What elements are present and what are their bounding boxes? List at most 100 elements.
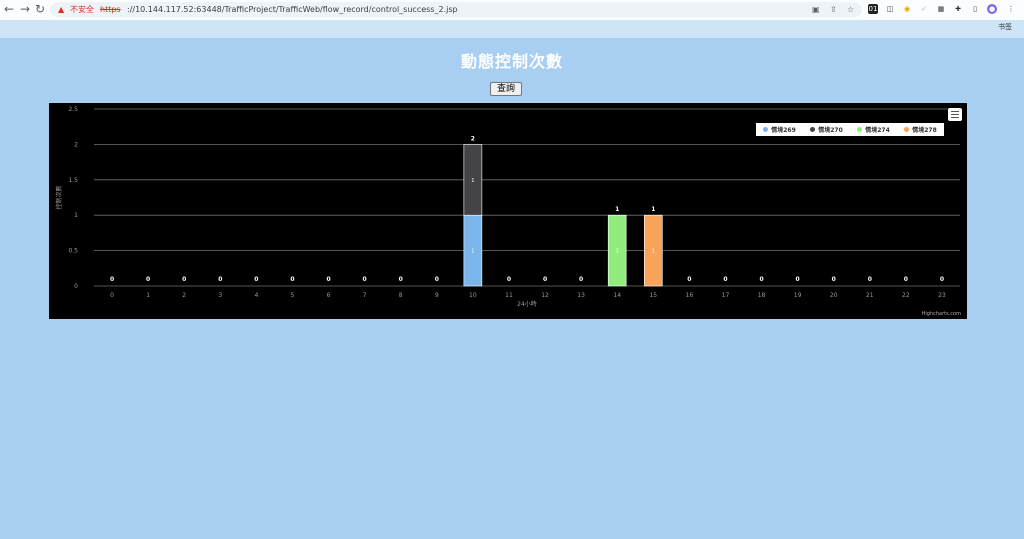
stack-total-label: 0 — [543, 276, 547, 283]
legend-dot-icon — [857, 127, 863, 132]
legend-label: 情境269 — [771, 127, 796, 134]
x-tick-label: 11 — [505, 292, 513, 299]
chart: 0 0.5 1 1.5 2 2.5 控制次數 0 1 2 3 4 5 6 7 8 9 10 11 12 13 14 15 16… — [49, 103, 967, 319]
stack-total-label: 1 — [651, 206, 655, 213]
stack-total-label: 0 — [832, 276, 836, 283]
y-tick-label: 0 — [74, 283, 78, 290]
toolbar: ← → ↻ ▲ 不安全 https ://10.144.117.52:63448… — [0, 0, 1024, 20]
y-tick-label: 1.5 — [68, 177, 78, 184]
stack-total-label: 0 — [687, 276, 691, 283]
bookmark-label[interactable]: 书签 — [998, 22, 1012, 32]
bar-segment-label: 1 — [616, 249, 619, 255]
menu-dots-icon[interactable]: ⋮ — [1006, 4, 1016, 14]
chart-legend: 情境269 情境270 情境274 情境278 — [756, 123, 944, 136]
y-tick-label: 1 — [74, 212, 78, 219]
x-tick-label: 19 — [794, 292, 802, 299]
legend-label: 情境278 — [912, 127, 937, 134]
x-tick-label: 0 — [110, 292, 114, 299]
stack-total-label: 1 — [615, 206, 619, 213]
stack-total-label: 0 — [182, 276, 186, 283]
y-tick-label: 2.5 — [68, 106, 78, 113]
bookmarks-bar: 书签 — [0, 20, 1024, 38]
x-tick-label: 16 — [686, 292, 694, 299]
legend-label: 情境270 — [818, 127, 843, 134]
puzzle-icon[interactable]: ✚ — [953, 4, 963, 14]
stack-total-label: 0 — [723, 276, 727, 283]
stack-total-label: 0 — [759, 276, 763, 283]
x-tick-label: 2 — [182, 292, 186, 299]
extension-grid-icon[interactable]: ▦ — [936, 4, 946, 14]
bar-segment-label: 1 — [471, 249, 474, 255]
x-tick-label: 7 — [363, 292, 367, 299]
query-button[interactable]: 查詢 — [490, 82, 522, 96]
x-tick-label: 20 — [830, 292, 838, 299]
back-arrow-icon[interactable]: ← — [2, 2, 16, 16]
legend-item[interactable]: 情境270 — [810, 125, 843, 134]
x-tick-label: 18 — [758, 292, 766, 299]
legend-dot-icon — [810, 127, 816, 132]
y-tick-label: 2 — [74, 141, 78, 148]
x-tick-label: 1 — [146, 292, 150, 299]
avatar-icon[interactable]: ● — [987, 4, 997, 14]
page-title: 動態控制次數 — [460, 52, 563, 71]
stack-total-label: 0 — [868, 276, 872, 283]
forward-arrow-icon[interactable]: → — [18, 2, 32, 16]
bar-segment-label: 1 — [471, 178, 474, 184]
stack-total-label: 0 — [904, 276, 908, 283]
x-tick-label: 8 — [399, 292, 403, 299]
chart-menu-button[interactable] — [948, 108, 962, 121]
legend-item[interactable]: 情境269 — [763, 125, 796, 134]
star-icon[interactable]: ☆ — [847, 2, 854, 17]
stack-total-label: 0 — [110, 276, 114, 283]
stack-total-label: 0 — [399, 276, 403, 283]
stack-total-label: 0 — [146, 276, 150, 283]
x-tick-label: 4 — [254, 292, 258, 299]
y-axis-title: 控制次數 — [55, 185, 63, 209]
insecure-label: 不安全 — [70, 5, 94, 14]
legend-item[interactable]: 情境274 — [857, 125, 890, 134]
translate-icon[interactable]: ▣ — [812, 2, 820, 17]
address-bar[interactable]: ▲ 不安全 https ://10.144.117.52:63448/Traff… — [50, 2, 862, 17]
extension-01-icon[interactable]: 01 — [868, 4, 878, 14]
x-tick-label: 13 — [577, 292, 585, 299]
y-tick-label: 0.5 — [68, 248, 78, 255]
stack-total-label: 0 — [363, 276, 367, 283]
share-icon[interactable]: ⇪ — [830, 2, 837, 17]
x-tick-label: 15 — [649, 292, 657, 299]
reload-icon[interactable]: ↻ — [33, 2, 47, 16]
legend-dot-icon — [763, 127, 769, 132]
x-axis-title: 24小時 — [517, 300, 537, 308]
legend-dot-icon — [904, 127, 910, 132]
stack-total-label: 0 — [579, 276, 583, 283]
x-tick-label: 12 — [541, 292, 549, 299]
x-tick-label: 23 — [938, 292, 946, 299]
stack-total-label: 2 — [471, 135, 475, 142]
stack-total-label: 0 — [940, 276, 944, 283]
x-tick-label: 9 — [435, 292, 439, 299]
stack-total-label: 0 — [254, 276, 258, 283]
x-tick-label: 21 — [866, 292, 874, 299]
stack-total-label: 0 — [326, 276, 330, 283]
extension-chat-icon[interactable]: ◫ — [885, 4, 895, 14]
stack-total-label: 0 — [796, 276, 800, 283]
x-tick-label: 10 — [469, 292, 477, 299]
stack-total-label: 0 — [435, 276, 439, 283]
browser-chrome: ← → ↻ ▲ 不安全 https ://10.144.117.52:63448… — [0, 0, 1024, 38]
x-tick-label: 6 — [327, 292, 331, 299]
x-tick-label: 17 — [722, 292, 730, 299]
legend-item[interactable]: 情境278 — [904, 125, 937, 134]
url-text: ://10.144.117.52:63448/TrafficProject/Tr… — [127, 5, 458, 14]
legend-label: 情境274 — [865, 127, 890, 134]
bar-segment-label: 1 — [652, 249, 655, 255]
x-tick-label: 5 — [291, 292, 295, 299]
stack-total-label: 0 — [290, 276, 294, 283]
x-tick-label: 14 — [613, 292, 621, 299]
extension-check-icon[interactable]: ✓ — [919, 4, 929, 14]
extension-chrome-icon[interactable]: ◉ — [902, 4, 912, 14]
x-tick-label: 22 — [902, 292, 910, 299]
x-tick-label: 3 — [218, 292, 222, 299]
sidepanel-icon[interactable]: ▯ — [970, 4, 980, 14]
chart-credits[interactable]: Highcharts.com — [922, 311, 961, 317]
stack-total-label: 0 — [507, 276, 511, 283]
stack-total-label: 0 — [218, 276, 222, 283]
